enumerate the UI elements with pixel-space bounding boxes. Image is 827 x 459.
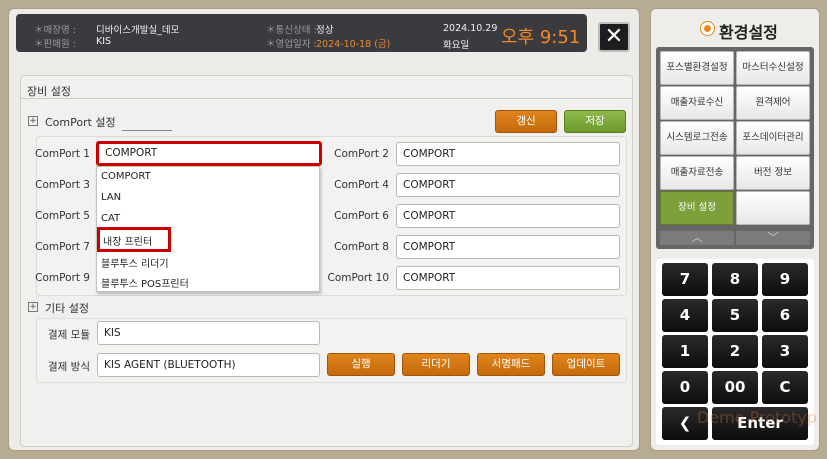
sign-pad-button[interactable]: 서명패드 [477, 353, 545, 376]
comport-8-select[interactable]: COMPORT [396, 235, 620, 259]
comport-4-label: ComPort 4 [334, 179, 389, 191]
comport-8-label: ComPort 8 [334, 241, 389, 253]
watermark: Demo Prototyp [697, 408, 817, 427]
reader-button[interactable]: 리더기 [402, 353, 470, 376]
comport-4-select[interactable]: COMPORT [396, 173, 620, 197]
comport-5-label: ComPort 5 [35, 210, 90, 222]
scroll-up-icon[interactable]: ︿ [660, 231, 734, 245]
comport-dropdown: COMPORT LAN CAT 내장 프린터 블루투스 리더기 블루투스 POS… [96, 166, 320, 292]
key-6[interactable]: 6 [762, 299, 808, 332]
comport-10-label: ComPort 10 [327, 272, 390, 284]
save-button[interactable]: 저장 [564, 110, 626, 133]
dropdown-option[interactable]: COMPORT [101, 171, 151, 182]
biz-date-value: 2024-10-18 (금) [316, 39, 391, 50]
scroll-down-icon[interactable]: ﹀ [736, 231, 810, 245]
comport-section-title: ComPort 설정 [45, 116, 116, 129]
expand-icon[interactable]: + [28, 302, 38, 312]
other-section-title: 기타 설정 [45, 302, 89, 315]
seller-value: KIS [96, 36, 112, 47]
comport-1-label: ComPort 1 [35, 148, 90, 160]
current-weekday: 화요일 [443, 40, 470, 51]
comport-1-select[interactable]: COMPORT [96, 141, 322, 166]
section-title: 장비 설정 [27, 85, 71, 98]
dropdown-option[interactable]: 블루투스 리더기 [101, 255, 169, 270]
refresh-button[interactable]: 갱신 [495, 110, 557, 133]
payment-module-label: 결제 모듈 [48, 329, 90, 341]
store-value: 디바이스개발실_데모 [96, 25, 180, 36]
underline [122, 130, 172, 131]
status-header: ＊매장명 : 디바이스개발실_데모 ＊판매원 : KIS ＊통신상태 : 정상 … [16, 14, 587, 52]
comport-6-select[interactable]: COMPORT [396, 204, 620, 228]
comport-2-select[interactable]: COMPORT [396, 142, 620, 166]
current-date: 2024.10.29 [443, 23, 498, 34]
back-arrow-icon: ❮ [678, 414, 692, 432]
key-00[interactable]: 00 [712, 371, 758, 404]
menu-item-remote-control[interactable]: 원격제어 [736, 86, 810, 120]
dropdown-option-selected[interactable]: 내장 프린터 [97, 227, 171, 252]
comport-10-select[interactable]: COMPORT [396, 266, 620, 290]
key-4[interactable]: 4 [662, 299, 708, 332]
comport-7-label: ComPort 7 [35, 241, 90, 253]
payment-method-field[interactable]: KIS AGENT (BLUETOOTH) [97, 353, 320, 377]
close-icon: ✕ [604, 24, 624, 49]
key-5[interactable]: 5 [712, 299, 758, 332]
seller-label: ＊판매원 : [34, 39, 76, 50]
key-2[interactable]: 2 [712, 335, 758, 368]
store-label: ＊매장명 : [34, 25, 76, 36]
comport-3-label: ComPort 3 [35, 179, 90, 191]
dropdown-option[interactable]: LAN [101, 192, 121, 203]
menu-item-empty [736, 191, 810, 225]
payment-module-field[interactable]: KIS [97, 321, 320, 345]
settings-dot-icon [701, 22, 714, 35]
settings-title: 환경설정 [719, 23, 778, 42]
comm-value: 정상 [316, 25, 334, 36]
key-3[interactable]: 3 [762, 335, 808, 368]
key-8[interactable]: 8 [712, 263, 758, 296]
menu-item-sales-send[interactable]: 매출자료전송 [660, 156, 734, 190]
payment-method-label: 결제 방식 [48, 361, 90, 373]
key-clear[interactable]: C [762, 371, 808, 404]
menu-item-version-info[interactable]: 버전 정보 [736, 156, 810, 190]
dropdown-option[interactable]: 블루투스 POS프린터 [101, 275, 189, 290]
key-7[interactable]: 7 [662, 263, 708, 296]
dropdown-option[interactable]: CAT [101, 213, 120, 224]
key-0[interactable]: 0 [662, 371, 708, 404]
expand-icon[interactable]: + [28, 116, 38, 126]
menu-item-pos-settings[interactable]: 포스별환경설정 [660, 51, 734, 85]
current-time: 오후 9:51 [501, 27, 581, 48]
settings-menu: 포스별환경설정 마스터수신설정 매출자료수신 원격제어 시스템로그전송 포스데이… [656, 47, 814, 249]
comport-2-label: ComPort 2 [334, 148, 389, 160]
menu-item-equipment[interactable]: 장비 설정 [660, 191, 734, 225]
menu-item-master-receive[interactable]: 마스터수신설정 [736, 51, 810, 85]
comport-6-label: ComPort 6 [334, 210, 389, 222]
biz-date-label: ＊영업일자 : [266, 39, 317, 50]
key-9[interactable]: 9 [762, 263, 808, 296]
update-button[interactable]: 업데이트 [552, 353, 620, 376]
key-1[interactable]: 1 [662, 335, 708, 368]
menu-item-pos-data[interactable]: 포스데이터관리 [736, 121, 810, 155]
menu-item-sales-receive[interactable]: 매출자료수신 [660, 86, 734, 120]
comm-label: ＊통신상태 : [266, 25, 317, 36]
close-button[interactable]: ✕ [598, 22, 630, 52]
comport-9-label: ComPort 9 [35, 272, 90, 284]
menu-item-system-log[interactable]: 시스템로그전송 [660, 121, 734, 155]
run-button[interactable]: 실행 [327, 353, 395, 376]
divider [21, 98, 632, 99]
